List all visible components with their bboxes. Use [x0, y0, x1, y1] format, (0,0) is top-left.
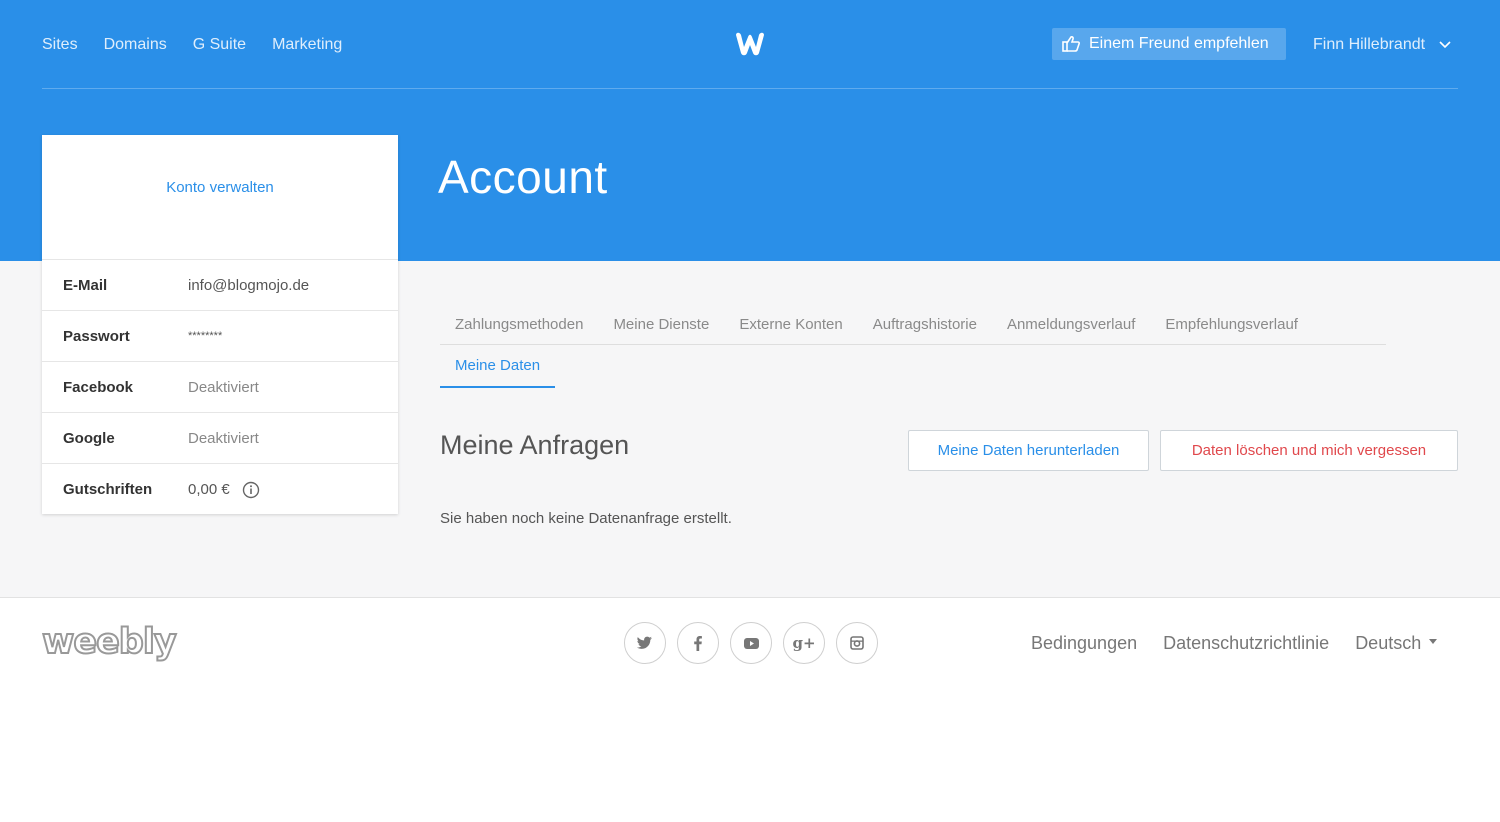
row-label: E-Mail [63, 276, 108, 294]
tab-referral-history[interactable]: Empfehlungsverlauf [1150, 305, 1313, 344]
tab-login-history[interactable]: Anmeldungsverlauf [992, 305, 1150, 344]
footer-link-terms[interactable]: Bedingungen [1031, 633, 1137, 654]
tab-external-accounts[interactable]: Externe Konten [724, 305, 857, 344]
row-label: Passwort [63, 327, 130, 345]
caret-down-icon [1429, 639, 1438, 644]
account-card: Konto verwalten E-Mail info@blogmojo.de … [42, 135, 398, 514]
weebly-footer-logo[interactable]: weebly [41, 621, 178, 663]
nav-item-marketing[interactable]: Marketing [272, 36, 342, 54]
manage-account-link[interactable]: Konto verwalten [166, 179, 274, 197]
account-row-password: Passwort ******** [42, 311, 398, 362]
chevron-down-icon [1439, 41, 1451, 49]
tab-my-data[interactable]: Meine Daten [440, 345, 556, 388]
account-row-credits: Gutschriften 0,00 € [42, 464, 398, 515]
social-links: g+ [624, 622, 878, 664]
section-title: Meine Anfragen [440, 430, 630, 460]
facebook-icon[interactable] [677, 622, 719, 664]
account-tabs: Zahlungsmethoden Meine Dienste Externe K… [440, 305, 1386, 388]
tab-row: Meine Daten [440, 345, 1386, 388]
account-row-email: E-Mail info@blogmojo.de [42, 260, 398, 311]
refer-friend-label: Einem Freund empfehlen [1089, 35, 1269, 52]
account-row-google: Google Deaktiviert [42, 413, 398, 464]
footer-link-privacy[interactable]: Datenschutzrichtlinie [1163, 633, 1329, 654]
thumbs-up-icon [1062, 36, 1080, 52]
youtube-icon[interactable] [730, 622, 772, 664]
refer-friend-button[interactable]: Einem Freund empfehlen [1052, 28, 1286, 60]
top-navigation: Sites Domains G Suite Marketing Einem Fr… [42, 0, 1458, 89]
account-row-facebook: Facebook Deaktiviert [42, 362, 398, 413]
nav-item-gsuite[interactable]: G Suite [193, 36, 246, 54]
empty-requests-message: Sie haben noch keine Datenanfrage erstel… [440, 510, 732, 527]
row-label: Gutschriften [63, 481, 153, 498]
row-value: ******** [188, 330, 223, 342]
nav-item-sites[interactable]: Sites [42, 36, 78, 54]
row-value: Deaktiviert [188, 429, 259, 447]
row-label: Google [63, 429, 115, 447]
info-icon[interactable] [242, 481, 260, 499]
language-selector[interactable]: Deutsch [1355, 633, 1438, 654]
account-card-header: Konto verwalten [42, 135, 398, 260]
footer-links: Bedingungen Datenschutzrichtlinie Deutsc… [1031, 633, 1438, 654]
tab-order-history[interactable]: Auftragshistorie [858, 305, 992, 344]
user-name: Finn Hillebrandt [1313, 36, 1426, 53]
tab-row: Zahlungsmethoden Meine Dienste Externe K… [440, 305, 1386, 345]
main-nav: Sites Domains G Suite Marketing [42, 36, 342, 54]
twitter-icon[interactable] [624, 622, 666, 664]
user-menu[interactable]: Finn Hillebrandt [1313, 36, 1451, 54]
row-value: info@blogmojo.de [188, 276, 310, 294]
tab-payment-methods[interactable]: Zahlungsmethoden [440, 305, 598, 344]
tab-my-services[interactable]: Meine Dienste [598, 305, 724, 344]
google-plus-icon[interactable]: g+ [783, 622, 825, 664]
instagram-icon[interactable] [836, 622, 878, 664]
download-data-button[interactable]: Meine Daten herunterladen [908, 430, 1149, 471]
weebly-logo-icon[interactable] [732, 29, 768, 59]
row-value: Deaktiviert [188, 378, 259, 396]
page-title: Account [438, 151, 608, 203]
delete-data-button[interactable]: Daten löschen und mich vergessen [1160, 430, 1458, 471]
row-value: 0,00 € [188, 481, 230, 498]
language-label: Deutsch [1355, 633, 1422, 653]
row-label: Facebook [63, 378, 134, 396]
nav-item-domains[interactable]: Domains [104, 36, 167, 54]
